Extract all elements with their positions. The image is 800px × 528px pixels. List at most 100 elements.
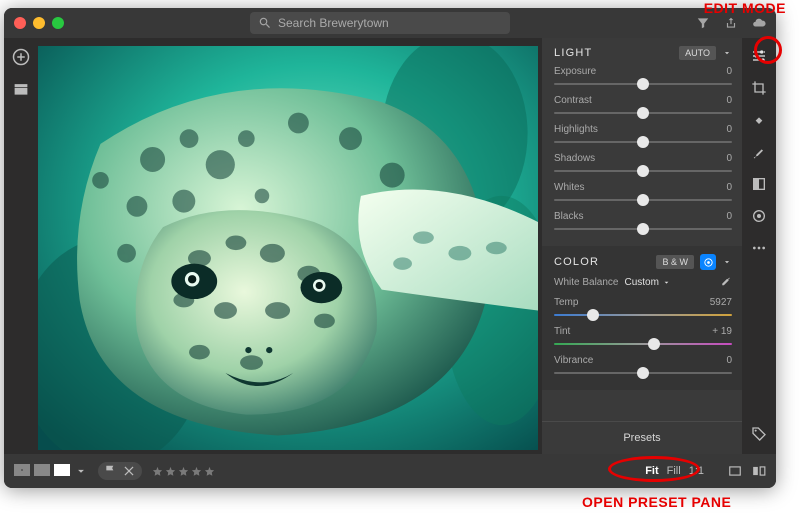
slider-row: Blacks 0 [554,211,732,234]
slider-row: Shadows 0 [554,153,732,176]
photo-preview [38,46,538,450]
slider-label: Contrast [554,95,592,106]
slider-thumb[interactable] [637,107,649,119]
right-toolstrip [742,38,776,454]
more-icon[interactable] [751,240,767,256]
slider-label: Vibrance [554,355,593,366]
add-icon[interactable] [12,48,30,66]
healing-icon[interactable] [751,112,767,128]
share-icon[interactable] [724,16,738,30]
slider-value: 0 [726,66,732,77]
slider-thumb[interactable] [637,367,649,379]
slider-value: 0 [726,95,732,106]
slider-value: 0 [726,182,732,193]
image-canvas[interactable] [38,46,538,450]
chevron-down-icon[interactable] [722,257,732,267]
slider-row: Exposure 0 [554,66,732,89]
window-controls [14,17,64,29]
library-icon[interactable] [12,80,30,98]
slider-value: 0 [726,153,732,164]
zoom-controls: Fit Fill 1:1 [645,465,704,477]
brush-icon[interactable] [751,144,767,160]
radial-gradient-icon[interactable] [751,208,767,224]
light-section: LIGHT AUTO Exposure 0 Contrast 0 Highlights 0… [542,38,742,246]
single-view-icon[interactable] [54,464,70,476]
slider-row: Tint + 19 [554,326,732,349]
chevron-down-icon[interactable] [722,48,732,58]
slider-label: Highlights [554,124,598,135]
color-section: COLOR B & W White Balance Custom Temp 592… [542,246,742,390]
cloud-icon[interactable] [752,16,766,30]
color-mixer-icon[interactable] [700,254,716,270]
slider-label: Whites [554,182,585,193]
zoom-11[interactable]: 1:1 [689,465,704,477]
linear-gradient-icon[interactable] [751,176,767,192]
compare-icon[interactable] [752,464,766,478]
slider-label: Exposure [554,66,596,77]
chevron-down-icon[interactable] [74,464,88,478]
slider-thumb[interactable] [587,309,599,321]
close-window-button[interactable] [14,17,26,29]
slider-thumb[interactable] [637,165,649,177]
slider-track[interactable] [554,137,732,147]
view-mode-group [14,464,88,478]
maximize-window-button[interactable] [52,17,64,29]
slider-row: Highlights 0 [554,124,732,147]
wb-dropdown[interactable]: Custom [624,277,670,288]
zoom-fit[interactable]: Fit [645,465,658,477]
bw-chip[interactable]: B & W [656,255,694,269]
slider-track[interactable] [554,368,732,378]
slider-thumb[interactable] [637,194,649,206]
annotation-open-preset: OPEN PRESET PANE [582,494,731,510]
edit-panel: LIGHT AUTO Exposure 0 Contrast 0 Highlights 0… [542,38,742,454]
slider-label: Temp [554,297,578,308]
slider-value: 5927 [710,297,732,308]
slider-row: Contrast 0 [554,95,732,118]
square-grid-icon[interactable] [34,464,50,476]
slider-row: Vibrance 0 [554,355,732,378]
slider-track[interactable] [554,79,732,89]
flag-filter[interactable] [98,462,142,480]
eyedropper-icon[interactable] [719,276,732,289]
slider-track[interactable] [554,224,732,234]
slider-value: 0 [726,124,732,135]
minimize-window-button[interactable] [33,17,45,29]
color-title: COLOR [554,256,599,268]
wb-label: White Balance [554,277,618,288]
app-window: Search Brewerytown [4,8,776,488]
slider-track[interactable] [554,339,732,349]
slider-value: + 19 [712,326,732,337]
slider-track[interactable] [554,166,732,176]
footer-bar: Fit Fill 1:1 [4,454,776,488]
slider-track[interactable] [554,108,732,118]
slider-value: 0 [726,355,732,366]
light-title: LIGHT [554,47,592,59]
slider-value: 0 [726,211,732,222]
slider-label: Shadows [554,153,595,164]
edit-sliders-icon[interactable] [751,48,767,64]
slider-row: Whites 0 [554,182,732,205]
crop-icon[interactable] [751,80,767,96]
slider-thumb[interactable] [648,338,660,350]
tag-icon[interactable] [751,426,767,442]
grid-view-icon[interactable] [14,464,30,476]
slider-row: Temp 5927 [554,297,732,320]
slider-thumb[interactable] [637,78,649,90]
search-input[interactable]: Search Brewerytown [250,12,510,34]
left-sidebar [4,38,38,454]
zoom-fill[interactable]: Fill [667,465,681,477]
slider-track[interactable] [554,310,732,320]
slider-track[interactable] [554,195,732,205]
search-icon [258,16,272,30]
slider-label: Blacks [554,211,583,222]
filter-icon[interactable] [696,16,710,30]
titlebar: Search Brewerytown [4,8,776,38]
auto-chip[interactable]: AUTO [679,46,716,60]
slider-thumb[interactable] [637,223,649,235]
star-rating[interactable] [152,466,215,477]
slider-thumb[interactable] [637,136,649,148]
original-toggle-icon[interactable] [728,464,742,478]
presets-button[interactable]: Presets [542,421,742,454]
search-placeholder: Search Brewerytown [278,16,389,30]
slider-label: Tint [554,326,570,337]
